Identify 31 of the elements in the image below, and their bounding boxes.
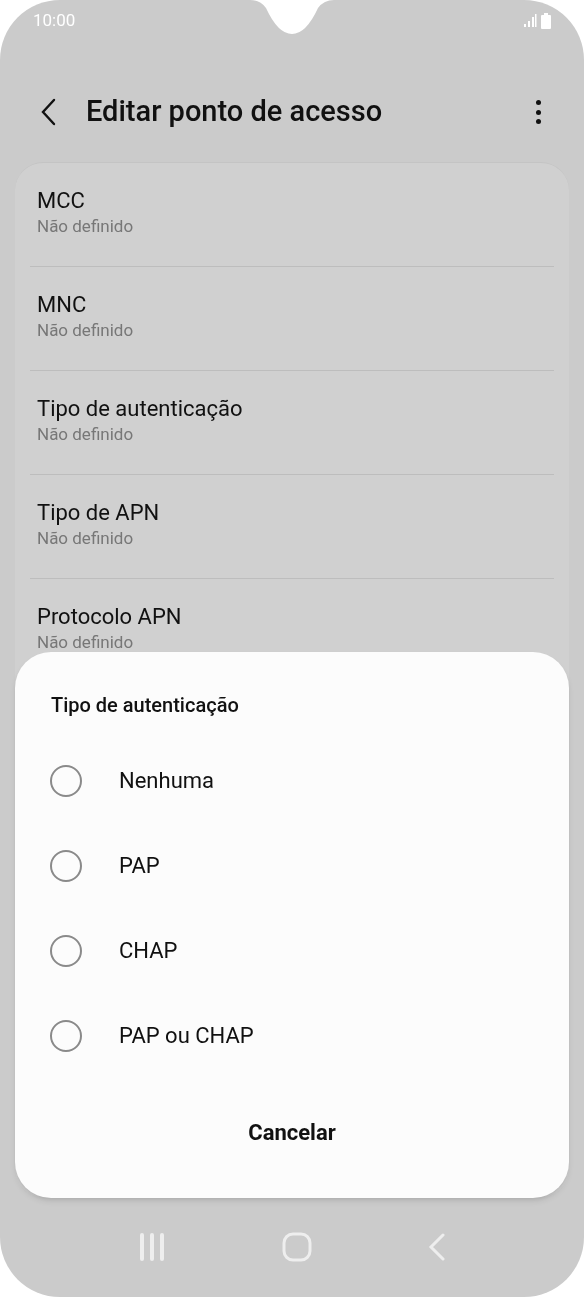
radio-option[interactable]: PAP (15, 823, 569, 908)
dialog-title: Tipo de autenticação (50, 692, 240, 719)
radio-option[interactable]: PAP ou CHAP (15, 993, 569, 1078)
setting-value: Não definido (37, 423, 135, 445)
radio-button[interactable] (50, 934, 82, 967)
option-label: PAP (119, 852, 160, 880)
battery-icon (541, 13, 551, 29)
setting-title: MCC (37, 187, 86, 215)
setting-title: MNC (37, 291, 88, 319)
radio-button[interactable] (50, 764, 82, 797)
setting-item[interactable]: MCC Não definido (30, 163, 554, 267)
setting-item[interactable]: MNC Não definido (30, 267, 554, 371)
option-label: Nenhuma (119, 767, 214, 795)
setting-item[interactable]: Tipo de autenticação Não definido (30, 371, 554, 475)
option-label: PAP ou CHAP (119, 1022, 254, 1050)
setting-value: Não definido (37, 631, 135, 653)
option-label: CHAP (119, 937, 178, 965)
radio-button[interactable] (50, 1019, 82, 1052)
radio-option[interactable]: CHAP (15, 908, 569, 993)
cancel-button[interactable]: Cancelar (228, 1109, 356, 1155)
setting-title: Tipo de autenticação (37, 395, 244, 423)
setting-value: Não definido (37, 527, 135, 549)
setting-value: Não definido (37, 215, 135, 237)
setting-value: Não definido (37, 319, 135, 341)
page-title: Editar ponto de acesso (86, 93, 384, 131)
radio-option[interactable]: Nenhuma (15, 738, 569, 823)
setting-title: Protocolo APN (37, 603, 183, 631)
radio-button[interactable] (50, 849, 82, 882)
setting-item[interactable]: Tipo de APN Não definido (30, 475, 554, 579)
signal-icon (523, 14, 537, 28)
setting-title: Tipo de APN (37, 499, 161, 527)
